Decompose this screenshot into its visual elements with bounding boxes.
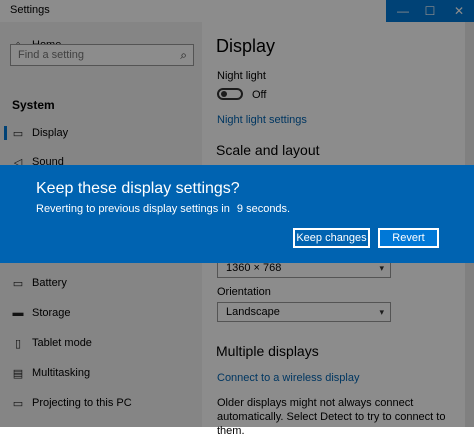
dialog-title: Keep these display settings? bbox=[36, 180, 240, 197]
countdown-seconds: 9 bbox=[236, 203, 244, 215]
keep-changes-button[interactable]: Keep changes bbox=[293, 228, 370, 248]
dialog-message-suffix: seconds. bbox=[246, 203, 291, 215]
revert-button[interactable]: Revert bbox=[378, 228, 439, 248]
dialog-message: Reverting to previous display settings i… bbox=[36, 203, 290, 215]
keep-settings-dialog: Keep these display settings? Reverting t… bbox=[0, 165, 474, 263]
dialog-message-prefix: Reverting to previous display settings i… bbox=[36, 203, 230, 215]
